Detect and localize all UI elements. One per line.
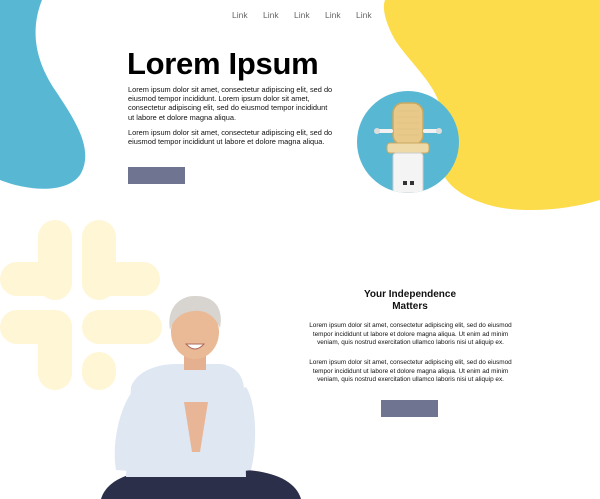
nav-link-5[interactable]: Link: [356, 10, 387, 20]
top-nav: Link Link Link Link Link: [232, 10, 387, 20]
hero-paragraph-2: Lorem ipsum dolor sit amet, consectetur …: [128, 128, 333, 147]
hero-paragraph-1: Lorem ipsum dolor sit amet, consectetur …: [128, 85, 333, 122]
section-cta-button[interactable]: [381, 400, 438, 417]
section-paragraph-1: Lorem ipsum dolor sit amet, consectetur …: [309, 322, 512, 347]
woman-photo: [101, 295, 301, 499]
section-title: Your Independence Matters: [363, 289, 457, 312]
hero-cta-button[interactable]: [128, 167, 185, 184]
nav-link-4[interactable]: Link: [325, 10, 356, 20]
stairlift-illustration: [374, 102, 442, 193]
hero-title: Lorem Ipsum: [127, 46, 319, 81]
stairlift-image: [357, 91, 459, 193]
nav-link-1[interactable]: Link: [232, 10, 263, 20]
nav-link-3[interactable]: Link: [294, 10, 325, 20]
section-paragraph-2: Lorem ipsum dolor sit amet, consectetur …: [309, 359, 512, 384]
nav-link-2[interactable]: Link: [263, 10, 294, 20]
